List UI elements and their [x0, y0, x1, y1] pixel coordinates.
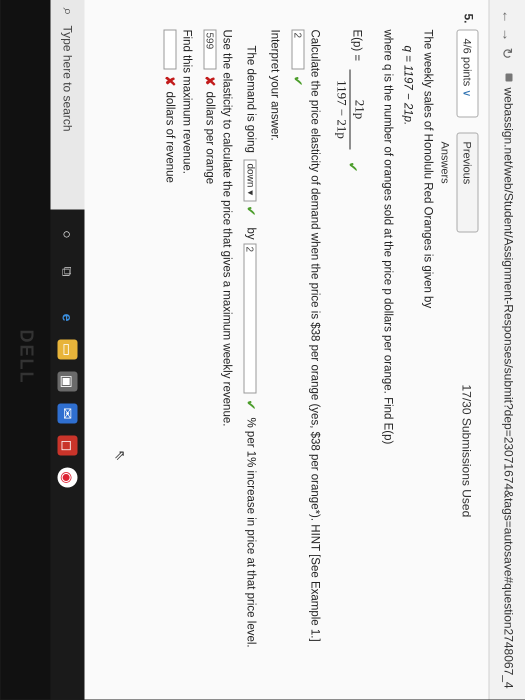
address-bar[interactable]: webassign.net/web/Student/Assignment-Res…: [501, 73, 516, 689]
price-unit: dollars per orange: [203, 91, 216, 185]
question-panel: 5. 4/6 points ∨ Previous Answers 17/30 S…: [84, 0, 489, 700]
cross-icon: ✘: [202, 75, 218, 87]
back-icon[interactable]: ←: [500, 10, 516, 24]
demand-direction-select[interactable]: down ▾: [243, 159, 257, 202]
revenue-answer-box[interactable]: [163, 29, 177, 70]
points-dropdown[interactable]: 4/6 points ∨: [456, 29, 479, 118]
file-explorer-icon[interactable]: ▭: [57, 339, 78, 360]
ep-numerator: 21p: [349, 69, 368, 150]
cross-icon: ✘: [162, 75, 178, 87]
search-icon: ⌕: [60, 7, 77, 16]
browser-toolbar: ← → ↻ webassign.net/web/Student/Assignme…: [488, 0, 525, 700]
question-number: 5.: [461, 13, 476, 24]
taskbar-search[interactable]: ⌕ Type here to search: [50, 0, 85, 210]
check-icon: ✔: [345, 161, 361, 173]
ep-label: E(p) =: [350, 29, 363, 62]
monitor-bezel: DELL: [0, 0, 51, 700]
check-icon: ✔: [290, 75, 306, 87]
points-label: 4/6 points: [460, 38, 473, 87]
intro-text: The weekly sales of Honolulu Red Oranges…: [421, 29, 434, 309]
revenue-prompt: Find this maximum revenue.: [180, 29, 193, 174]
elasticity-prompt: Use the elasticity to calculate the pric…: [220, 29, 233, 427]
chevron-down-icon: ∨: [460, 89, 473, 98]
task-view-icon[interactable]: ⧉: [58, 262, 78, 282]
dell-logo: DELL: [16, 329, 37, 385]
dropdown-arrow-icon: ▾: [244, 190, 256, 196]
demand-prefix: The demand is going: [244, 45, 257, 153]
interpret-label: Interpret your answer.: [268, 29, 281, 141]
check-icon: ✔: [243, 399, 259, 411]
edge-icon[interactable]: e: [58, 308, 78, 328]
percent-answer-box[interactable]: 2: [243, 243, 257, 394]
cortana-icon[interactable]: ○: [58, 225, 78, 245]
windows-taskbar: ⌕ Type here to search ○ ⧉ e ▭ ▣ ✉ ◻ ◉: [50, 0, 85, 700]
calc-prompt: Calculate the price elasticity of demand…: [308, 29, 321, 642]
where-text: where q is the number of oranges sold at…: [381, 29, 394, 445]
demand-direction-value: down: [244, 163, 256, 188]
elasticity-answer-box[interactable]: 2: [291, 29, 305, 70]
rotated-screen: ← → ↻ webassign.net/web/Student/Assignme…: [0, 0, 525, 700]
mail-icon[interactable]: ✉: [57, 403, 78, 424]
office-icon[interactable]: ◻: [57, 435, 78, 456]
forward-icon[interactable]: →: [500, 28, 516, 42]
price-answer-box[interactable]: 599: [203, 29, 217, 70]
store-icon[interactable]: ▣: [57, 371, 78, 392]
ep-denominator: 1197 − 21p: [334, 80, 350, 139]
by-label: by: [244, 227, 257, 240]
demand-suffix: % per 1% increase in price at that price…: [244, 417, 257, 648]
revenue-unit: dollars of revenue: [163, 91, 176, 183]
ep-fraction: 21p 1197 − 21p: [334, 69, 368, 150]
lock-icon: [505, 73, 513, 82]
mouse-cursor-icon: ⇖: [112, 449, 129, 462]
previous-answers-button[interactable]: Previous Answers: [439, 132, 479, 233]
chrome-icon[interactable]: ◉: [57, 467, 78, 488]
photo-frame: ← → ↻ webassign.net/web/Student/Assignme…: [0, 0, 525, 700]
check-icon: ✔: [243, 205, 259, 217]
url-text: webassign.net/web/Student/Assignment-Res…: [501, 87, 516, 689]
reload-icon[interactable]: ↻: [499, 48, 516, 60]
submissions-used: 17/30 Submissions Used: [459, 384, 474, 518]
search-placeholder: Type here to search: [60, 25, 75, 132]
demand-equation: q = 1197 − 21p.: [401, 45, 414, 126]
